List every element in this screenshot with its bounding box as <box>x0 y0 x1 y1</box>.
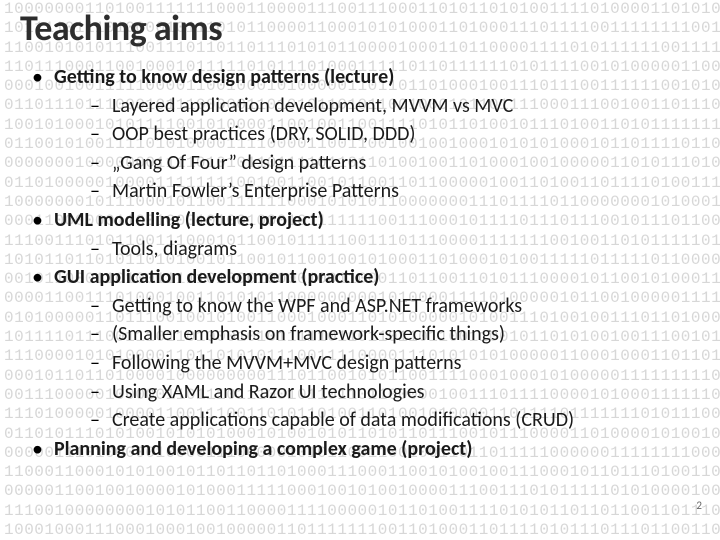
sub-item: „Gang Of Four” design patterns <box>90 150 700 177</box>
bullet-item: GUI application development (practice) G… <box>30 264 700 434</box>
slide-title: Teaching aims <box>20 0 700 50</box>
sub-item: Using XAML and Razor UI technologies <box>90 379 700 406</box>
sub-item: Tools, diagrams <box>90 236 700 263</box>
sub-item: (Smaller emphasis on framework-specific … <box>90 321 700 348</box>
bullet-item: Planning and developing a complex game (… <box>30 436 700 463</box>
sub-item: Getting to know the WPF and ASP.NET fram… <box>90 293 700 320</box>
bullet-label: Planning and developing a complex <box>54 437 347 461</box>
page-number: 2 <box>696 499 702 512</box>
sub-list: Getting to know the WPF and ASP.NET fram… <box>54 293 700 434</box>
sub-item: Martin Fowler’s Enterprise Patterns <box>90 178 700 205</box>
sub-list: Layered application development, MVVM vs… <box>54 93 700 205</box>
sub-item: Layered application development, MVVM vs… <box>90 93 700 120</box>
bullet-kind: (lecture) <box>324 65 394 89</box>
sub-item: Create applications capable of data modi… <box>90 407 700 434</box>
bullet-kind: game (project) <box>351 437 472 461</box>
bullet-label: Getting to know design patterns <box>54 65 319 89</box>
bullet-kind: (practice) <box>301 265 379 289</box>
sub-list: Tools, diagrams <box>54 236 700 263</box>
bullet-label: GUI application development <box>54 265 297 289</box>
slide-content: Teaching aims Getting to know design pat… <box>0 0 720 540</box>
sub-item: Following the MVVM+MVC design patterns <box>90 350 700 377</box>
bullet-item: Getting to know design patterns (lecture… <box>30 64 700 205</box>
bullet-label: UML modelling (lecture, project) <box>54 208 324 232</box>
bullet-item: UML modelling (lecture, project) Tools, … <box>30 207 700 262</box>
bullet-list: Getting to know design patterns (lecture… <box>20 64 700 462</box>
sub-item: OOP best practices (DRY, SOLID, DDD) <box>90 121 700 148</box>
